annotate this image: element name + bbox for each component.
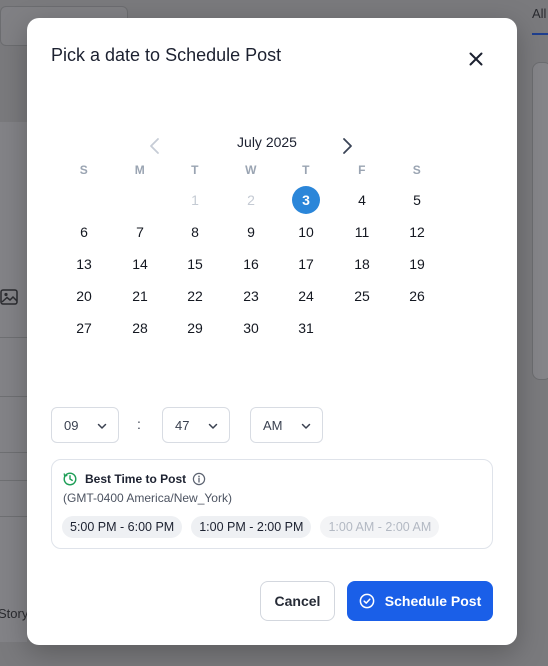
background-right-card (532, 62, 548, 380)
weekday-label: F (358, 163, 366, 177)
background-divider (0, 452, 27, 453)
best-time-title: Best Time to Post (85, 472, 187, 486)
calendar-weekdays: S M T W T F S (56, 163, 446, 179)
weekday-label: S (79, 163, 89, 177)
calendar-day: 1 (191, 192, 199, 208)
am-pm-select[interactable]: AM (250, 407, 323, 443)
background-story-label: Story (0, 606, 29, 621)
background-divider (0, 396, 27, 397)
calendar-day[interactable]: 15 (180, 251, 210, 277)
chevron-right-icon[interactable] (337, 136, 357, 156)
calendar-day[interactable]: 19 (402, 251, 432, 277)
calendar-day[interactable]: 16 (236, 251, 266, 277)
calendar-day[interactable]: 6 (69, 219, 99, 245)
calendar-day[interactable]: 26 (402, 283, 432, 309)
calendar-day[interactable]: 14 (125, 251, 155, 277)
cancel-button[interactable]: Cancel (260, 581, 335, 621)
calendar-day[interactable]: 25 (347, 283, 377, 309)
calendar-day-selected[interactable]: 3 (292, 186, 320, 214)
weekday-label: M (134, 163, 146, 177)
calendar-day-grid: 1 2 3 4 5 6 7 8 9 10 11 12 13 14 15 16 17 18 19 20 21 22 23 24 2… (56, 186, 446, 347)
calendar-day[interactable]: 7 (125, 219, 155, 245)
close-icon (469, 52, 483, 66)
weekday-label: T (302, 163, 310, 177)
time-slot-chip[interactable]: 1:00 PM - 2:00 PM (191, 516, 312, 538)
image-icon (0, 289, 18, 305)
schedule-post-button[interactable]: Schedule Post (347, 581, 493, 621)
calendar-day[interactable]: 28 (125, 315, 155, 341)
calendar-day[interactable]: 17 (291, 251, 321, 277)
info-icon[interactable] (192, 472, 206, 486)
calendar-day[interactable]: 23 (236, 283, 266, 309)
minute-value: 47 (175, 417, 190, 433)
background-content-panel (0, 122, 27, 642)
clock-icon (63, 472, 77, 486)
calendar-day: 2 (247, 192, 255, 208)
hour-select[interactable]: 09 (51, 407, 119, 443)
calendar-day[interactable]: 31 (291, 315, 321, 341)
calendar-day[interactable]: 22 (180, 283, 210, 309)
chevron-down-icon (301, 423, 311, 429)
calendar-day[interactable]: 9 (236, 219, 266, 245)
check-circle-icon (359, 593, 375, 609)
calendar-day[interactable]: 4 (347, 187, 377, 213)
background-tab-all: All (532, 6, 547, 21)
hour-value: 09 (64, 417, 79, 433)
background-divider (0, 516, 27, 517)
schedule-post-modal: Pick a date to Schedule Post July 2025 S… (27, 18, 517, 645)
calendar-day[interactable]: 8 (180, 219, 210, 245)
time-slot-chip[interactable]: 5:00 PM - 6:00 PM (62, 516, 183, 538)
background-divider (0, 480, 27, 481)
background-divider (0, 337, 27, 338)
weekday-label: W (245, 163, 257, 177)
weekday-label: S (412, 163, 422, 177)
calendar-day[interactable]: 21 (125, 283, 155, 309)
calendar-day[interactable]: 12 (402, 219, 432, 245)
calendar-day[interactable]: 18 (347, 251, 377, 277)
chevron-down-icon (97, 423, 107, 429)
timezone-label: (GMT-0400 America/New_York) (63, 491, 232, 505)
chevron-down-icon (208, 423, 218, 429)
time-slot-chip-disabled: 1:00 AM - 2:00 AM (320, 516, 440, 538)
period-value: AM (263, 417, 283, 433)
close-button[interactable] (463, 46, 489, 72)
schedule-post-label: Schedule Post (384, 593, 482, 609)
best-time-panel: Best Time to Post (GMT-0400 America/New_… (51, 459, 493, 549)
time-separator: : (137, 416, 141, 432)
calendar-day[interactable]: 13 (69, 251, 99, 277)
best-time-header: Best Time to Post (63, 471, 206, 487)
minute-select[interactable]: 47 (162, 407, 230, 443)
calendar-day[interactable]: 10 (291, 219, 321, 245)
weekday-label: T (191, 163, 199, 177)
calendar-day[interactable]: 20 (69, 283, 99, 309)
calendar-day[interactable]: 5 (402, 187, 432, 213)
background-tab-underline (532, 33, 548, 35)
best-time-slots: 5:00 PM - 6:00 PM 1:00 PM - 2:00 PM 1:00… (62, 516, 440, 538)
calendar-day[interactable]: 29 (180, 315, 210, 341)
calendar-day[interactable]: 30 (236, 315, 266, 341)
chevron-left-icon[interactable] (145, 136, 165, 156)
calendar-header: July 2025 (27, 132, 517, 154)
modal-title: Pick a date to Schedule Post (51, 45, 282, 65)
calendar-day[interactable]: 27 (69, 315, 99, 341)
calendar-day[interactable]: 11 (347, 219, 377, 245)
calendar-day[interactable]: 24 (291, 283, 321, 309)
calendar-month-label: July 2025 (237, 134, 297, 150)
